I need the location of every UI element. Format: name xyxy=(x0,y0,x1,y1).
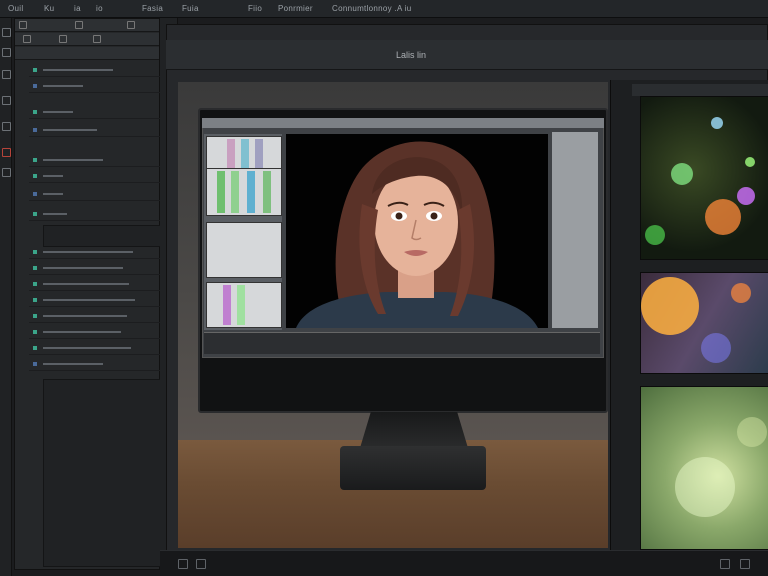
woman-portrait-image xyxy=(296,141,538,328)
preview-thumbnail-bokeh-1[interactable] xyxy=(640,96,768,260)
list-icon[interactable] xyxy=(59,35,67,43)
tree-row[interactable] xyxy=(29,209,169,221)
nested-thumbnail xyxy=(206,168,282,216)
layer-row[interactable] xyxy=(29,359,169,371)
status-bar xyxy=(160,550,768,576)
menu-bar: Ouil Ku ia io Fasia Fuia Fiio Ponrmier C… xyxy=(0,0,768,18)
crop-tool-icon[interactable] xyxy=(2,70,11,79)
menu-item-1[interactable]: Ouil xyxy=(8,4,23,13)
monitor-stand-base xyxy=(340,446,486,490)
settings-icon[interactable] xyxy=(720,559,730,569)
properties-area xyxy=(43,379,171,567)
menu-item-2[interactable]: Ku xyxy=(44,4,54,13)
preview-thumbnail-bokeh-3[interactable] xyxy=(640,386,768,550)
sort-icon[interactable] xyxy=(93,35,101,43)
layer-row[interactable] xyxy=(29,343,169,355)
menu-item-3[interactable]: ia xyxy=(74,4,81,13)
move-tool-icon[interactable] xyxy=(2,28,11,37)
play-icon[interactable] xyxy=(178,559,188,569)
select-tool-icon[interactable] xyxy=(2,48,11,57)
preview-header xyxy=(632,84,768,96)
menu-item-7[interactable]: Fiio xyxy=(248,4,262,13)
record-tool-icon[interactable] xyxy=(2,148,11,157)
left-panel xyxy=(14,18,171,570)
workspace-title: Lalis lin xyxy=(396,50,427,60)
nested-thumbnail-panel xyxy=(204,134,282,330)
menu-item-4[interactable]: io xyxy=(96,4,103,13)
close-icon[interactable] xyxy=(127,21,135,29)
layer-row[interactable] xyxy=(29,263,169,275)
grid-icon[interactable] xyxy=(23,35,31,43)
monitor-stand-neck xyxy=(360,412,468,448)
layer-row[interactable] xyxy=(29,295,169,307)
layer-row[interactable] xyxy=(29,279,169,291)
nested-menu-bar xyxy=(202,118,604,128)
layer-row[interactable] xyxy=(29,247,169,259)
zoom-tool-icon[interactable] xyxy=(2,168,11,177)
tree-row[interactable] xyxy=(29,107,169,119)
fullscreen-icon[interactable] xyxy=(740,559,750,569)
tree-row[interactable] xyxy=(29,171,169,183)
tree-row[interactable] xyxy=(29,189,169,201)
workspace-title-bar: Lalis lin xyxy=(166,40,768,70)
tree-row[interactable] xyxy=(29,155,169,167)
left-panel-header xyxy=(15,19,159,32)
portrait-photo xyxy=(286,134,548,328)
hamburger-icon[interactable] xyxy=(19,21,27,29)
tool-strip xyxy=(0,18,12,576)
nested-properties-panel xyxy=(552,132,598,328)
brush-tool-icon[interactable] xyxy=(2,96,11,105)
left-panel-tabs xyxy=(15,47,159,60)
text-tool-icon[interactable] xyxy=(2,122,11,131)
folder-icon[interactable] xyxy=(75,21,83,29)
layer-row[interactable] xyxy=(29,327,169,339)
tree-row[interactable] xyxy=(29,81,169,93)
tree-row[interactable] xyxy=(29,125,169,137)
stop-icon[interactable] xyxy=(196,559,206,569)
nested-timeline xyxy=(204,332,600,354)
menu-item-9[interactable]: Connumtlonnoy .A iu xyxy=(332,4,412,13)
menu-item-6[interactable]: Fuia xyxy=(182,4,199,13)
nested-thumbnail xyxy=(206,282,282,328)
menu-item-8[interactable]: Ponrmier xyxy=(278,4,313,13)
menu-item-5[interactable]: Fasia xyxy=(142,4,163,13)
left-panel-toolbar xyxy=(15,33,159,46)
tree-row[interactable] xyxy=(29,65,169,77)
layer-group[interactable] xyxy=(43,225,171,247)
nested-thumbnail xyxy=(206,222,282,278)
layer-row[interactable] xyxy=(29,311,169,323)
preview-thumbnail-bokeh-2[interactable] xyxy=(640,272,768,374)
